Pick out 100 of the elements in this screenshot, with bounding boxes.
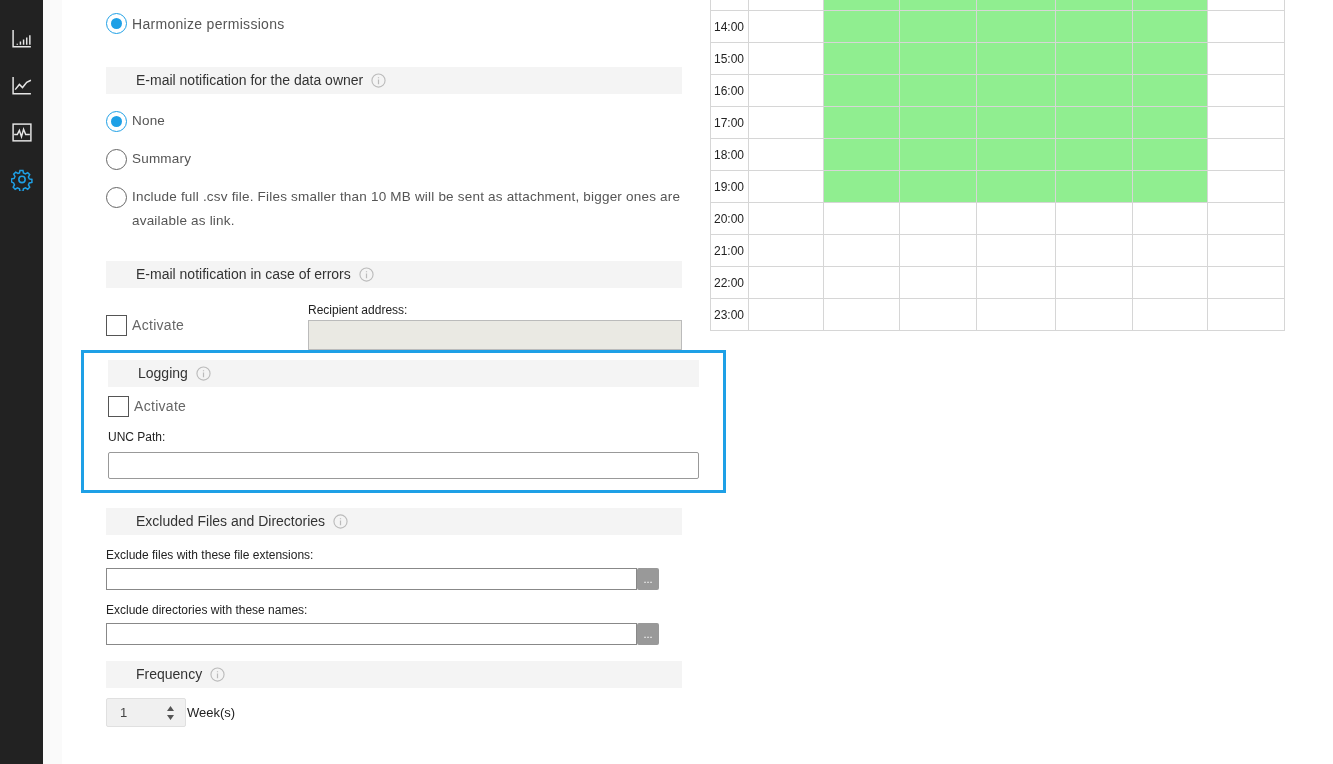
schedule-cell[interactable]: [1133, 43, 1208, 75]
schedule-cell[interactable]: [824, 299, 900, 331]
schedule-cell[interactable]: [749, 43, 824, 75]
schedule-cell[interactable]: [977, 299, 1056, 331]
schedule-cell[interactable]: [1208, 43, 1285, 75]
schedule-cell[interactable]: [1133, 235, 1208, 267]
schedule-cell[interactable]: [1208, 139, 1285, 171]
schedule-cell[interactable]: [824, 267, 900, 299]
schedule-cell[interactable]: [1133, 139, 1208, 171]
schedule-cell[interactable]: [824, 139, 900, 171]
info-icon: [333, 514, 349, 529]
schedule-cell[interactable]: [824, 43, 900, 75]
schedule-cell[interactable]: [977, 235, 1056, 267]
schedule-cell[interactable]: [824, 75, 900, 107]
schedule-cell[interactable]: [824, 235, 900, 267]
schedule-cell[interactable]: [900, 75, 977, 107]
schedule-cell[interactable]: [1056, 43, 1133, 75]
schedule-cell[interactable]: [900, 267, 977, 299]
info-icon: [210, 667, 226, 682]
schedule-cell[interactable]: [1056, 75, 1133, 107]
checkbox[interactable]: [108, 396, 129, 417]
browse-button[interactable]: ...: [637, 568, 659, 590]
schedule-cell[interactable]: [1056, 299, 1133, 331]
schedule-cell[interactable]: [977, 43, 1056, 75]
schedule-cell[interactable]: [749, 171, 824, 203]
schedule-cell[interactable]: [1133, 75, 1208, 107]
schedule-cell[interactable]: [749, 139, 824, 171]
schedule-cell[interactable]: [1208, 75, 1285, 107]
schedule-cell[interactable]: [977, 267, 1056, 299]
schedule-cell[interactable]: [1208, 171, 1285, 203]
number-spinner[interactable]: 1: [106, 698, 186, 727]
schedule-cell[interactable]: [900, 43, 977, 75]
schedule-cell[interactable]: [749, 75, 824, 107]
radio-button[interactable]: [106, 187, 127, 208]
schedule-cell[interactable]: [977, 75, 1056, 107]
schedule-cell[interactable]: [1133, 11, 1208, 43]
schedule-cell[interactable]: [749, 267, 824, 299]
schedule-cell[interactable]: [1208, 267, 1285, 299]
schedule-cell[interactable]: [1208, 203, 1285, 235]
schedule-cell[interactable]: [1056, 235, 1133, 267]
text-field[interactable]: [106, 568, 637, 590]
schedule-cell[interactable]: [1056, 11, 1133, 43]
schedule-cell[interactable]: [1208, 107, 1285, 139]
schedule-cell[interactable]: [1056, 139, 1133, 171]
schedule-cell[interactable]: [977, 11, 1056, 43]
browse-button[interactable]: ...: [637, 623, 659, 645]
schedule-cell[interactable]: [1208, 235, 1285, 267]
schedule-cell[interactable]: [749, 107, 824, 139]
text-field[interactable]: [106, 623, 637, 645]
schedule-cell[interactable]: [977, 139, 1056, 171]
radio-button[interactable]: [106, 149, 127, 170]
schedule-cell[interactable]: [1133, 203, 1208, 235]
schedule-cell[interactable]: [900, 11, 977, 43]
line-chart-icon[interactable]: [10, 75, 33, 97]
spinner-arrows-icon[interactable]: [166, 704, 175, 721]
schedule-cell[interactable]: [1208, 11, 1285, 43]
checkbox-label: Activate: [132, 316, 185, 335]
schedule-cell[interactable]: [900, 107, 977, 139]
radio-label: None: [132, 112, 166, 130]
unc-path-field[interactable]: [108, 452, 699, 479]
radio-button[interactable]: [106, 13, 127, 34]
section-title: Logging: [138, 364, 188, 383]
schedule-cell[interactable]: [1056, 107, 1133, 139]
schedule-cell[interactable]: [824, 11, 900, 43]
schedule-cell[interactable]: [1056, 267, 1133, 299]
schedule-cell[interactable]: [749, 203, 824, 235]
field-label: Recipient address:: [308, 302, 409, 319]
field-label: Exclude directories with these names:: [106, 602, 309, 619]
section-title: Excluded Files and Directories: [136, 512, 326, 531]
schedule-cell[interactable]: [1133, 267, 1208, 299]
schedule-cell[interactable]: [824, 171, 900, 203]
info-icon: [195, 366, 211, 381]
info-icon: [371, 73, 387, 88]
schedule-cell[interactable]: [900, 139, 977, 171]
pulse-chart-icon[interactable]: [10, 122, 33, 144]
schedule-cell[interactable]: [900, 299, 977, 331]
checkbox-label: Activate: [134, 397, 187, 416]
schedule-cell[interactable]: [1208, 299, 1285, 331]
section-title: E-mail notification in case of errors: [136, 265, 351, 284]
checkbox[interactable]: [106, 315, 127, 336]
schedule-cell[interactable]: [1133, 107, 1208, 139]
schedule-cell[interactable]: [900, 203, 977, 235]
settings-icon[interactable]: [10, 169, 33, 191]
schedule-cell[interactable]: [749, 299, 824, 331]
schedule-cell[interactable]: [1133, 171, 1208, 203]
schedule-cell[interactable]: [749, 11, 824, 43]
schedule-cell[interactable]: [977, 107, 1056, 139]
schedule-cell[interactable]: [900, 235, 977, 267]
schedule-cell[interactable]: [900, 171, 977, 203]
schedule-cell[interactable]: [1133, 299, 1208, 331]
schedule-cell[interactable]: [977, 203, 1056, 235]
radio-label: Summary: [132, 150, 192, 168]
bar-chart-icon[interactable]: [10, 28, 33, 50]
schedule-cell[interactable]: [749, 235, 824, 267]
schedule-cell[interactable]: [1056, 203, 1133, 235]
schedule-cell[interactable]: [824, 107, 900, 139]
schedule-cell[interactable]: [824, 203, 900, 235]
schedule-cell[interactable]: [1056, 171, 1133, 203]
schedule-cell[interactable]: [977, 171, 1056, 203]
radio-button[interactable]: [106, 111, 127, 132]
